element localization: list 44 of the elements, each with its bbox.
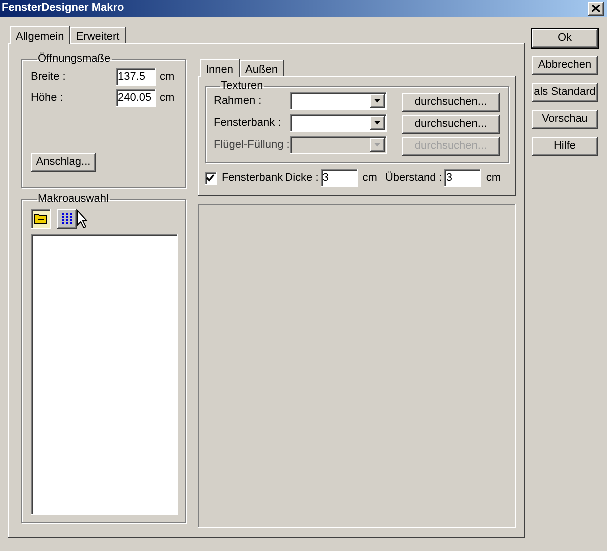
unit-label: cm [486, 170, 501, 186]
combo-box[interactable] [290, 92, 387, 110]
input-field[interactable]: 240.05 [116, 89, 156, 107]
push-button[interactable]: durchsuchen... [402, 115, 500, 134]
close-icon [592, 5, 600, 12]
close-button[interactable] [588, 2, 604, 16]
cursor-icon [77, 210, 88, 228]
tab[interactable]: Außen [240, 60, 284, 76]
push-button[interactable]: Anschlag... [31, 153, 96, 172]
push-button[interactable]: Ok [532, 29, 598, 48]
window-title: FensterDesigner Makro [2, 1, 124, 16]
tab[interactable]: Allgemein [10, 26, 70, 44]
field-label: Höhe : [31, 90, 64, 106]
group-title: Öffnungsmaße [37, 54, 112, 65]
push-button[interactable]: Vorschau [532, 110, 598, 129]
checkbox-label: Fensterbank [222, 170, 284, 186]
unit-label: cm [160, 90, 175, 106]
grid-icon [61, 213, 73, 225]
field-label: Dicke : [285, 170, 319, 186]
checkbox[interactable] [205, 172, 217, 184]
unit-label: cm [362, 170, 378, 186]
group-title: Texturen [220, 81, 264, 92]
unit-label: cm [160, 70, 175, 85]
field-label: Überstand : [385, 170, 442, 186]
tab[interactable]: Innen [200, 59, 240, 77]
push-button[interactable]: Abbrechen [532, 56, 598, 75]
check-icon [206, 174, 216, 182]
push-button[interactable]: Hilfe [532, 137, 598, 156]
folder-button[interactable] [31, 209, 51, 229]
input-field[interactable]: 3 [320, 169, 358, 187]
input-field[interactable]: 3 [444, 169, 482, 187]
field-label: Fensterbank : [214, 116, 282, 131]
folder-icon [34, 213, 48, 225]
field-label: Rahmen : [214, 94, 263, 109]
grid-button[interactable] [57, 209, 77, 229]
field-label: Flügel-Füllung : [214, 138, 290, 153]
combo-box[interactable] [290, 114, 387, 132]
push-button[interactable]: als Standard [532, 83, 598, 102]
field-label: Breite : [31, 70, 67, 85]
tab[interactable]: Erweitert [70, 27, 126, 43]
macro-list[interactable] [31, 234, 178, 515]
group-title: Makroauswahl [37, 194, 110, 205]
push-button[interactable]: durchsuchen... [402, 93, 500, 112]
input-field[interactable]: 137.5 [116, 68, 156, 86]
